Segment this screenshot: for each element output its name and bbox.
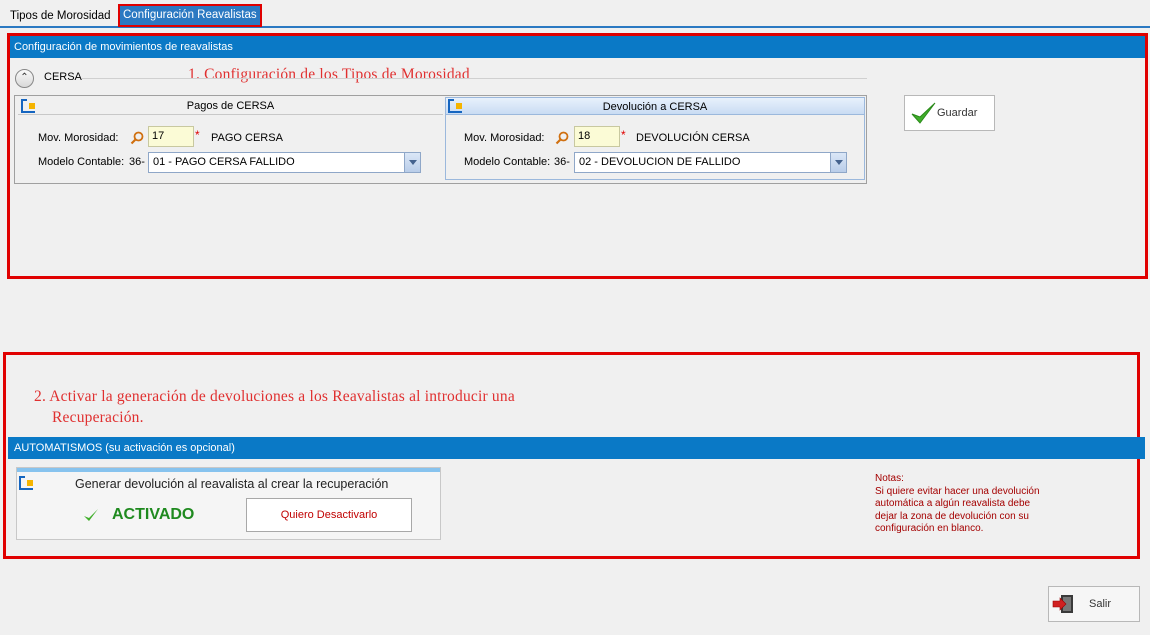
tab-configuracion-reavalistas[interactable]: Configuración Reavalistas [118,4,262,27]
modelo-contable-label: Modelo Contable: [38,156,125,168]
notes-line: dejar la zona de devolución con su [875,510,1029,522]
annotation-step-2-line1: 2. Activar la generación de devoluciones… [34,388,515,405]
mov-morosidad-desc: PAGO CERSA [211,132,283,144]
panel-title-devolucion: Devolución a CERSA [445,97,865,115]
tab-tipos-morosidad[interactable]: Tipos de Morosidad [6,6,115,26]
collapse-up-icon[interactable]: ⌃ [15,69,34,88]
group-label-cersa: CERSA [44,71,82,83]
checkmark-icon [911,102,936,124]
notes-title: Notas: [875,473,904,484]
tab-bar: Tipos de Morosidad Configuración Reavali… [0,0,1150,28]
checkmark-icon [84,509,98,521]
panel-top-accent [17,468,440,472]
required-marker: * [195,128,200,142]
automatismo-title: Generar devolución al reavalista al crea… [75,477,389,491]
modelo-contable-value: 02 - DEVOLUCION DE FALLIDO [579,156,741,168]
modelo-prefix: 36- [129,156,145,168]
notes-line: automática a algún reavalista debe [875,498,1031,509]
notes-text: Notas: Si quiere evitar hacer una devolu… [875,473,1075,536]
save-button-label: Guardar [937,107,978,119]
modelo-contable-select[interactable]: 02 - DEVOLUCION DE FALLIDO [574,152,847,173]
mov-morosidad-label: Mov. Morosidad: [38,132,119,144]
modelo-prefix: 36- [554,156,570,168]
mov-morosidad-label: Mov. Morosidad: [464,132,545,144]
group-box-icon [19,476,33,490]
search-icon[interactable] [130,131,144,145]
mov-morosidad-input[interactable]: 17 [148,126,194,147]
status-activado: ACTIVADO [112,506,195,523]
group-box-icon [21,99,35,113]
modelo-contable-value: 01 - PAGO CERSA FALLIDO [153,156,295,168]
section-header-automatismos: AUTOMATISMOS (su activación es opcional) [8,437,1145,459]
automatismo-panel: Generar devolución al reavalista al crea… [16,467,441,540]
notes-line: Si quiere evitar hacer una devolución [875,485,1040,497]
required-marker: * [621,128,626,142]
notes-line: configuración en blanco. [875,523,984,534]
annotation-step-2-line2: Recuperación. [52,409,144,426]
group-divider [82,78,867,79]
annotation-step-1: 1. Configuración de los Tipos de Morosid… [188,66,470,83]
mov-morosidad-input[interactable]: 18 [574,126,620,147]
modelo-contable-select[interactable]: 01 - PAGO CERSA FALLIDO [148,152,421,173]
search-icon[interactable] [555,131,569,145]
modelo-contable-label: Modelo Contable: [464,156,551,168]
annotation-step-2: 2. Activar la generación de devoluciones… [34,386,634,428]
exit-button[interactable]: Salir [1048,586,1140,622]
mov-morosidad-desc: DEVOLUCIÓN CERSA [636,132,750,144]
group-box-icon [448,99,462,113]
deactivate-button[interactable]: Quiero Desactivarlo [246,498,412,532]
panel-title-pagos: Pagos de CERSA [18,97,443,115]
chevron-down-icon[interactable] [830,153,846,172]
exit-door-icon [1052,595,1073,613]
save-button[interactable]: Guardar [904,95,995,131]
chevron-down-icon[interactable] [404,153,420,172]
exit-button-label: Salir [1089,598,1112,610]
